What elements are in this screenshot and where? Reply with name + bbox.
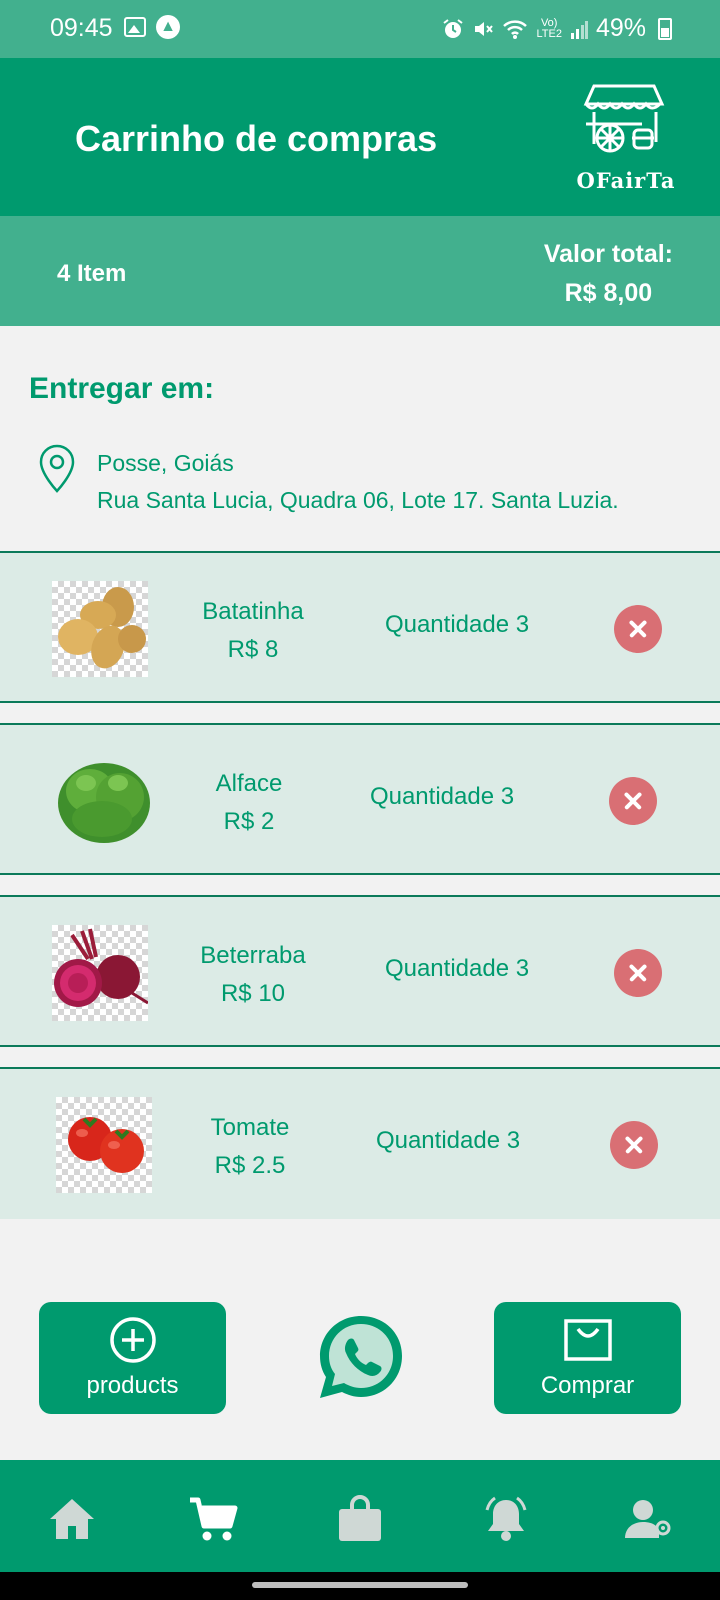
status-time: 09:45	[50, 14, 113, 42]
product-info: Tomate R$ 2.5	[170, 1109, 330, 1185]
potato-image	[52, 581, 148, 677]
product-info: Beterraba R$ 10	[173, 937, 333, 1013]
status-right: Vo) LTE2 49%	[442, 14, 672, 43]
market-stall-icon	[583, 84, 665, 153]
whatsapp-icon[interactable]	[314, 1310, 408, 1404]
product-price: R$ 8	[227, 636, 279, 663]
item-count: 4 Item	[57, 260, 127, 287]
a-app-icon: ▲	[156, 15, 180, 39]
buy-label: Comprar	[540, 1372, 635, 1399]
product-name: Tomate	[210, 1114, 290, 1141]
total-block: Valor total: R$ 8,00	[544, 240, 673, 308]
cart-icon[interactable]	[188, 1494, 238, 1544]
buy-button[interactable]: Comprar	[494, 1302, 681, 1414]
location-pin-icon	[39, 444, 75, 493]
signal-icon	[570, 20, 588, 39]
volte-icon: Vo) LTE2	[536, 16, 562, 40]
beetroot-image	[52, 925, 149, 1021]
cart-item: Tomate R$ 2.5 Quantidade 3	[0, 1067, 720, 1219]
battery-percent: 49%	[595, 14, 646, 42]
cart-item: Alface R$ 2 Quantidade 3	[0, 723, 720, 875]
product-price: R$ 2.5	[214, 1152, 286, 1179]
delivery-title: Entregar em:	[29, 372, 215, 405]
bottom-nav	[0, 1460, 720, 1572]
product-name: Batatinha	[202, 598, 304, 625]
app-header: Carrinho de compras OFairTa	[0, 58, 720, 216]
delivery-address[interactable]: Posse, Goiás Rua Santa Lucia, Quadra 06,…	[97, 445, 619, 519]
total-value: R$ 8,00	[564, 279, 653, 307]
logo-text: OFairTa	[576, 168, 676, 193]
product-quantity: Quantidade 3	[369, 783, 515, 810]
products-label: products	[86, 1372, 179, 1399]
product-name: Beterraba	[200, 942, 306, 969]
product-quantity: Quantidade 3	[384, 611, 530, 638]
product-info: Batatinha R$ 8	[173, 593, 333, 669]
user-settings-icon[interactable]	[623, 1494, 673, 1544]
product-info: Alface R$ 2	[169, 765, 329, 841]
remove-item-button[interactable]	[614, 605, 662, 653]
wifi-icon	[503, 19, 528, 39]
alarm-icon	[443, 18, 464, 38]
product-quantity: Quantidade 3	[384, 955, 530, 982]
product-name: Alface	[215, 770, 283, 797]
ofairta-logo: OFairTa	[566, 80, 686, 210]
cart-summary: 4 Item Valor total: R$ 8,00	[0, 216, 720, 326]
plus-circle-icon	[110, 1317, 156, 1363]
lettuce-image	[56, 753, 152, 849]
page-title: Carrinho de compras	[75, 118, 438, 159]
product-price: R$ 10	[220, 980, 286, 1007]
shopping-bag-icon[interactable]	[335, 1494, 385, 1544]
remove-item-button[interactable]	[614, 949, 662, 997]
system-gesture-bar	[0, 1572, 720, 1600]
battery-icon	[658, 17, 672, 40]
cart-item: Beterraba R$ 10 Quantidade 3	[0, 895, 720, 1047]
address-city: Posse, Goiás	[97, 450, 234, 476]
home-icon[interactable]	[47, 1494, 97, 1544]
image-icon	[124, 17, 146, 37]
remove-item-button[interactable]	[609, 777, 657, 825]
tomato-image	[56, 1097, 152, 1193]
remove-item-button[interactable]	[610, 1121, 658, 1169]
product-quantity: Quantidade 3	[375, 1127, 521, 1154]
status-left-icons: ▲	[124, 15, 180, 39]
home-gesture-handle[interactable]	[252, 1582, 468, 1588]
total-label: Valor total:	[543, 240, 673, 268]
add-products-button[interactable]: products	[39, 1302, 226, 1414]
address-street: Rua Santa Lucia, Quadra 06, Lote 17. San…	[97, 487, 619, 513]
mute-icon	[475, 21, 494, 36]
status-bar: 09:45 ▲ Vo) LTE2 49%	[0, 0, 720, 58]
shopping-bag-icon	[564, 1319, 612, 1361]
bell-icon[interactable]	[481, 1494, 531, 1544]
product-price: R$ 2	[223, 808, 275, 835]
cart-item: Batatinha R$ 8 Quantidade 3	[0, 551, 720, 703]
